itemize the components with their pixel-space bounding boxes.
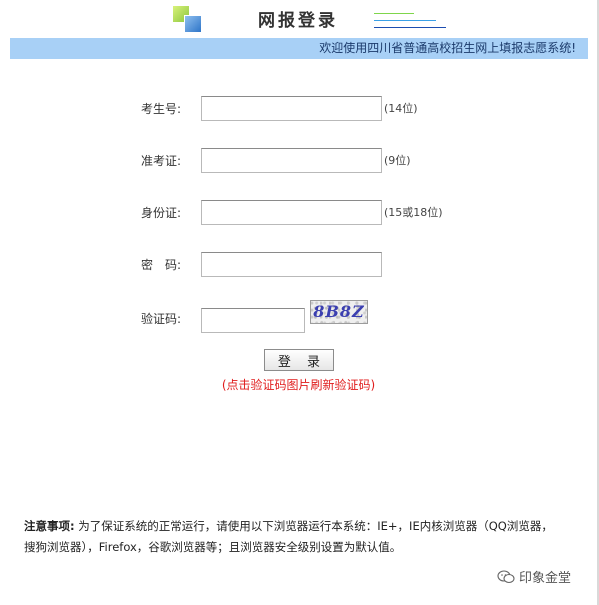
admission-number-input[interactable] — [201, 148, 382, 173]
exam-number-input[interactable] — [201, 96, 382, 121]
admission-number-label: 准考证: — [141, 154, 182, 168]
id-card-hint: (15或18位) — [384, 206, 443, 219]
captcha-refresh-tip: (点击验证码图片刷新验证码) — [0, 377, 599, 393]
captcha-input[interactable] — [201, 308, 305, 333]
exam-number-hint: (14位) — [384, 102, 418, 115]
captcha-image[interactable]: 8B8Z — [310, 300, 368, 324]
welcome-text: 欢迎使用四川省普通高校招生网上填报志愿系统! — [319, 41, 576, 55]
watermark-text: 印象金堂 — [519, 571, 572, 586]
header: 网报登录 — [0, 0, 599, 38]
admission-number-hint: (9位) — [384, 154, 411, 167]
password-input[interactable] — [201, 252, 382, 277]
notice-body: 为了保证系统的正常运行，请使用以下浏览器运行本系统：IE+，IE内核浏览器（QQ… — [24, 519, 553, 554]
captcha-label: 验证码: — [141, 312, 182, 326]
id-card-input[interactable] — [201, 200, 382, 225]
exam-number-label: 考生号: — [141, 102, 182, 116]
captcha-image-text: 8B8Z — [313, 302, 365, 321]
captcha-refresh-tip-text: (点击验证码图片刷新验证码) — [221, 378, 376, 392]
page-title: 网报登录 — [258, 11, 338, 31]
notice-title: 注意事项: — [24, 519, 75, 533]
login-button[interactable]: 登 录 — [264, 349, 334, 371]
colored-squares-logo-icon — [173, 6, 203, 33]
welcome-banner: 欢迎使用四川省普通高校招生网上填报志愿系统! — [10, 38, 588, 59]
watermark: 印象金堂 — [497, 570, 571, 588]
notice-section: 注意事项: 为了保证系统的正常运行，请使用以下浏览器运行本系统：IE+，IE内核… — [24, 516, 564, 558]
password-label: 密 码: — [141, 258, 182, 272]
decorative-lines — [374, 13, 448, 29]
id-card-label: 身份证: — [141, 206, 182, 220]
wechat-icon — [497, 570, 515, 584]
